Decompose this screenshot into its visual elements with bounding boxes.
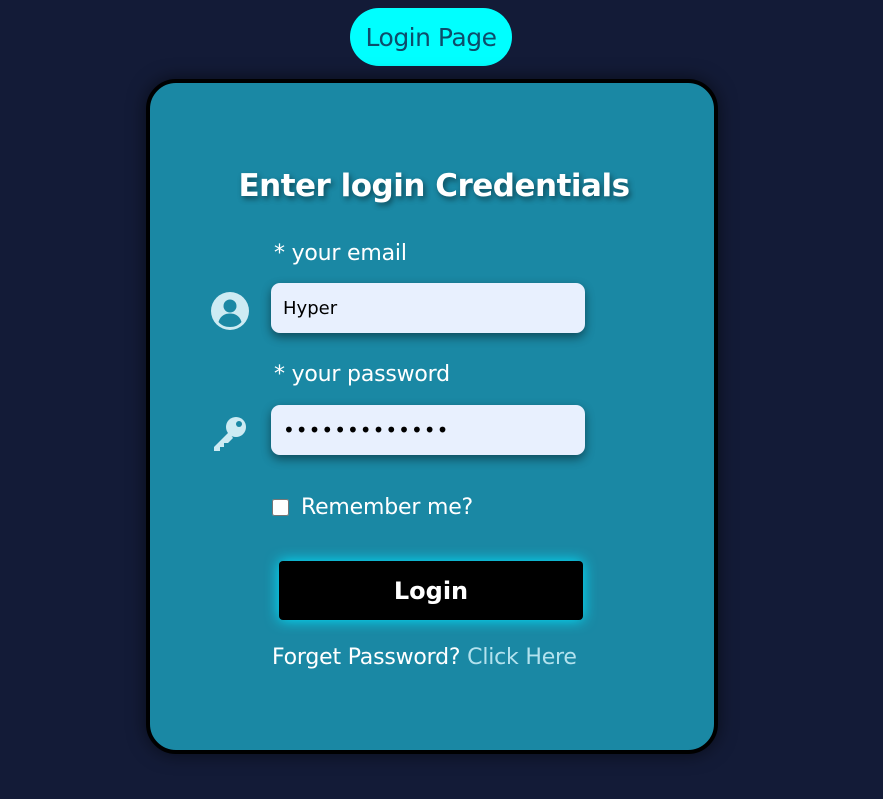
- password-label: * your password: [274, 362, 450, 387]
- forgot-password-text: Forget Password?: [272, 645, 461, 670]
- remember-me-checkbox[interactable]: [272, 499, 289, 516]
- remember-me-label: Remember me?: [301, 495, 474, 520]
- forgot-password-link[interactable]: Click Here: [467, 645, 577, 670]
- login-button[interactable]: Login: [279, 561, 583, 620]
- card-title: Enter login Credentials: [238, 168, 630, 204]
- remember-me-row: Remember me?: [272, 495, 473, 520]
- password-field[interactable]: [271, 405, 585, 455]
- user-circle-icon: [208, 289, 252, 333]
- forgot-password-row: Forget Password? Click Here: [272, 645, 577, 670]
- key-icon: [208, 411, 252, 455]
- login-screen: Login Page Enter login Credentials * you…: [0, 0, 883, 799]
- email-label: * your email: [274, 241, 407, 266]
- page-title-badge: Login Page: [350, 8, 512, 66]
- email-field[interactable]: [271, 283, 585, 333]
- login-card: Enter login Credentials * your email * y…: [146, 79, 718, 754]
